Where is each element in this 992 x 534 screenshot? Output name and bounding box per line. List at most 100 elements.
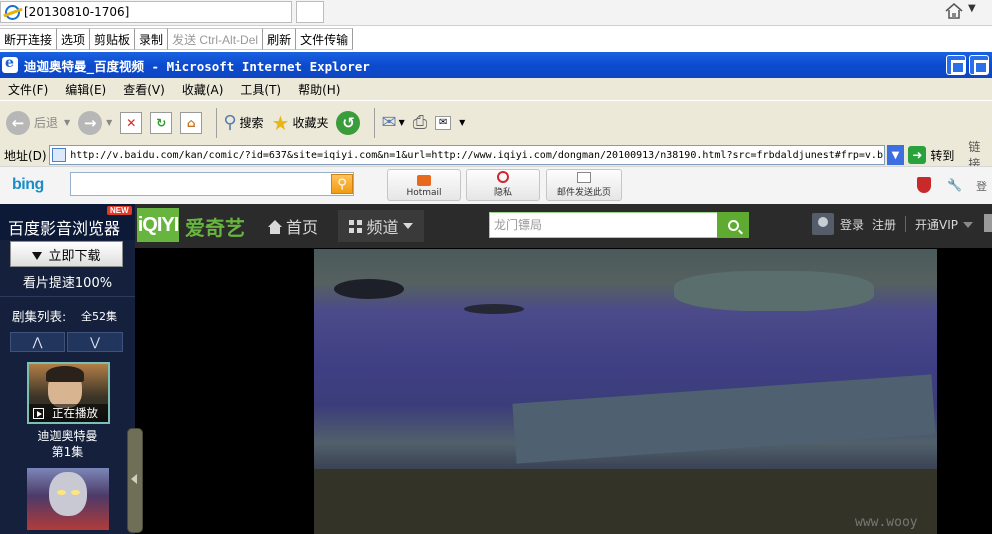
forward-button[interactable]: → ▼ xyxy=(78,110,112,135)
rd-ctrl-alt-del[interactable]: 发送 Ctrl-Alt-Del xyxy=(168,28,264,50)
chevron-down-icon[interactable]: ▼ xyxy=(968,3,976,14)
scroll-down-button[interactable]: ⋁ xyxy=(67,332,123,352)
outer-window-title: [20130810-1706] xyxy=(24,5,130,19)
menu-file[interactable]: 文件(F) xyxy=(8,81,48,98)
thumbnail-hair xyxy=(46,366,84,382)
chevron-down-icon[interactable]: ▼ xyxy=(886,145,905,165)
episode-count: 全52集 xyxy=(81,310,117,323)
iqiyi-logo-text[interactable]: 爱奇艺 xyxy=(185,212,245,241)
menu-view[interactable]: 查看(V) xyxy=(123,81,165,98)
rd-options[interactable]: 选项 xyxy=(57,28,91,50)
new-badge: NEW xyxy=(107,206,132,215)
ie-window-title: 迪迦奥特曼_百度视频 - Microsoft Internet Explorer xyxy=(24,58,370,74)
printer-icon: ⎙ xyxy=(412,112,428,133)
address-url[interactable]: http://v.baidu.com/kan/comic/?id=637&sit… xyxy=(70,150,883,161)
edit-icon: ✉ xyxy=(435,115,452,130)
maximize-button[interactable] xyxy=(969,55,989,75)
download-button[interactable]: 立即下载 xyxy=(10,241,123,267)
address-bar: 地址(D) http://v.baidu.com/kan/comic/?id=6… xyxy=(0,140,992,171)
home-icon[interactable] xyxy=(944,2,964,20)
grid-icon xyxy=(349,219,363,233)
rd-clipboard[interactable]: 剪贴板 xyxy=(90,28,136,50)
episode-number[interactable]: 第1集 xyxy=(0,443,135,460)
home-button[interactable]: ⌂ xyxy=(180,111,203,134)
nav-channel[interactable]: 频道 xyxy=(338,210,424,242)
outer-window-tab[interactable]: [20130810-1706] xyxy=(0,1,292,23)
now-playing-label: 正在播放 xyxy=(52,406,98,420)
home-icon: ⌂ xyxy=(180,111,203,134)
iqiyi-search-input[interactable]: 龙门镖局 xyxy=(489,212,719,238)
bing-search-input[interactable] xyxy=(70,172,354,196)
refresh-button[interactable]: ↻ xyxy=(150,111,173,134)
episode-2-thumbnail[interactable] xyxy=(27,468,109,530)
hotmail-label: Hotmail xyxy=(406,188,442,198)
login-link[interactable]: 登录 xyxy=(840,216,864,233)
rd-record[interactable]: 录制 xyxy=(135,28,169,50)
address-label: 地址(D) xyxy=(4,148,47,163)
hotmail-button[interactable]: Hotmail xyxy=(387,169,461,201)
page-icon xyxy=(52,148,67,162)
ie-titlebar: 迪迦奥特曼_百度视频 - Microsoft Internet Explorer xyxy=(0,52,992,78)
go-button[interactable]: ➜ 转到 xyxy=(908,146,954,164)
scroll-up-button[interactable]: ⋀ xyxy=(10,332,65,352)
video-frame-detail xyxy=(674,271,874,311)
search-icon: ⚲ xyxy=(223,112,237,133)
chevron-down-icon[interactable]: ▼ xyxy=(399,118,405,127)
rd-refresh[interactable]: 刷新 xyxy=(263,28,297,50)
search-button[interactable]: ⚲ 搜索 xyxy=(223,112,263,133)
print-button[interactable]: ⎙ xyxy=(413,112,427,133)
mail-page-label: 邮件发送此页 xyxy=(556,188,611,198)
avatar[interactable] xyxy=(812,213,834,235)
chevron-down-icon[interactable] xyxy=(963,222,973,228)
vip-button[interactable]: 开通VIP xyxy=(915,216,958,233)
login-button[interactable]: 登 xyxy=(976,178,987,194)
toolbar-divider xyxy=(374,107,376,138)
stop-button[interactable]: ✕ xyxy=(120,111,143,134)
chevron-down-icon[interactable]: ▼ xyxy=(459,118,465,127)
bing-search-button[interactable]: ⚲ xyxy=(331,174,353,194)
privacy-button[interactable]: 隐私 xyxy=(466,169,540,201)
ie-menubar: 文件(F) 编辑(E) 查看(V) 收藏(A) 工具(T) 帮助(H) xyxy=(0,78,992,100)
menu-tools[interactable]: 工具(T) xyxy=(240,81,281,98)
new-tab-button[interactable] xyxy=(296,1,324,23)
restore-button[interactable] xyxy=(946,55,966,75)
wrench-icon[interactable]: 🔧 xyxy=(947,178,962,192)
star-icon: ★ xyxy=(271,110,290,135)
now-playing-badge: 正在播放 xyxy=(29,404,108,422)
favorites-button[interactable]: ★ 收藏夹 xyxy=(272,111,329,135)
more-button[interactable] xyxy=(984,214,992,232)
iqiyi-logo[interactable]: iQIYI xyxy=(137,208,179,242)
go-arrow-icon: ➜ xyxy=(908,146,927,164)
register-link[interactable]: 注册 xyxy=(872,216,896,233)
nav-home[interactable]: 首页 xyxy=(256,210,330,242)
forward-arrow-icon: → xyxy=(78,110,103,135)
shield-icon[interactable] xyxy=(917,177,931,193)
episode-title[interactable]: 迪迦奥特曼 xyxy=(0,427,135,444)
history-button[interactable]: ↺ xyxy=(336,110,361,135)
toolbar-divider xyxy=(216,107,218,138)
chevron-down-icon[interactable]: ▼ xyxy=(106,118,112,127)
chevron-left-icon[interactable] xyxy=(131,474,137,484)
back-label: 后退 xyxy=(34,116,59,130)
video-player[interactable] xyxy=(314,249,937,534)
nav-home-label: 首页 xyxy=(285,218,318,237)
chevron-up-icon: ⋀ xyxy=(32,335,43,349)
address-input[interactable]: http://v.baidu.com/kan/comic/?id=637&sit… xyxy=(49,145,885,165)
chevron-down-icon xyxy=(402,223,413,229)
chevron-down-icon: ⋁ xyxy=(90,335,100,349)
envelope-icon xyxy=(577,172,591,183)
menu-help[interactable]: 帮助(H) xyxy=(298,81,340,98)
mail-button[interactable]: ✉ ▼ xyxy=(381,112,404,133)
ie-toolbar: ← 后退 ▼ → ▼ ✕ ↻ ⌂ ⚲ 搜索 ★ 收藏夹 ↺ ✉ ▼ ⎙ ✉ ▼ xyxy=(0,100,992,144)
edit-button[interactable]: ✉ ▼ xyxy=(435,115,465,130)
rd-disconnect[interactable]: 断开连接 xyxy=(0,28,58,50)
back-button[interactable]: ← 后退 ▼ xyxy=(6,110,70,135)
mail-page-button[interactable]: 邮件发送此页 xyxy=(546,169,622,201)
iqiyi-search-button[interactable] xyxy=(717,212,749,238)
refresh-icon: ↻ xyxy=(150,111,173,134)
chevron-down-icon[interactable]: ▼ xyxy=(64,118,70,127)
rd-file-transfer[interactable]: 文件传输 xyxy=(296,28,354,50)
menu-edit[interactable]: 编辑(E) xyxy=(65,81,106,98)
menu-favorites[interactable]: 收藏(A) xyxy=(182,81,224,98)
play-icon xyxy=(33,407,44,419)
